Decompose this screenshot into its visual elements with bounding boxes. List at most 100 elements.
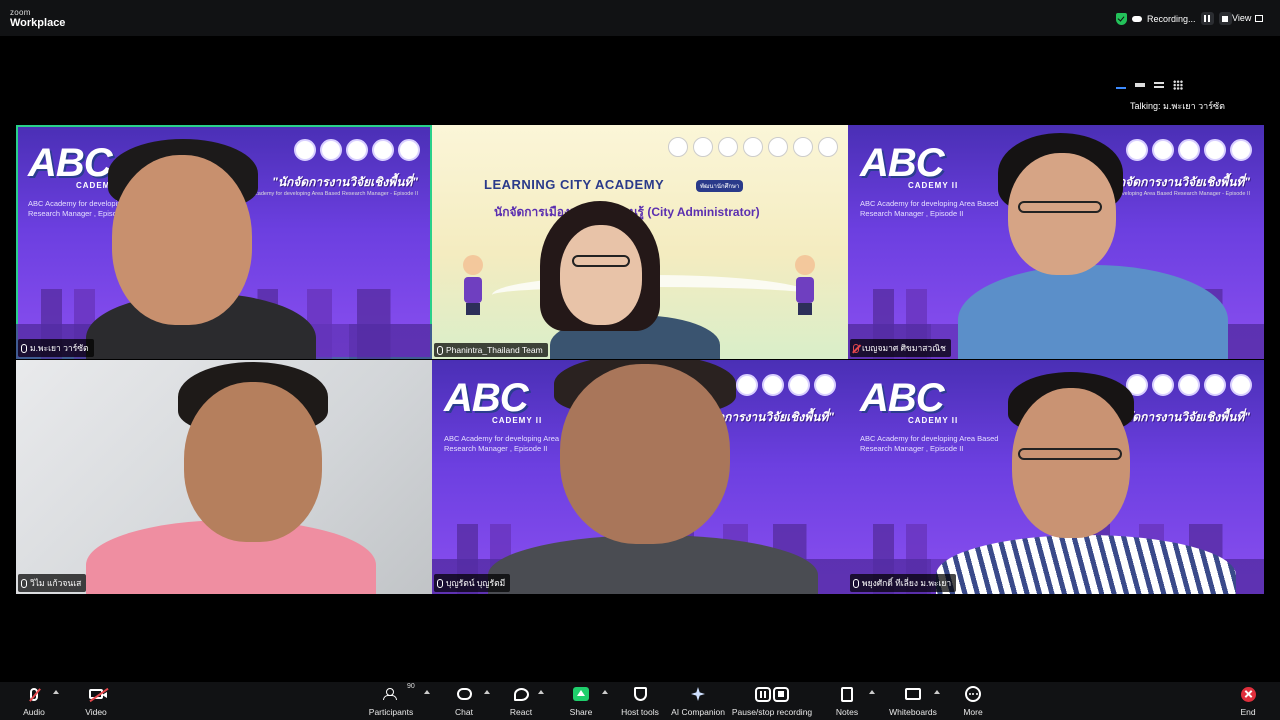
participant-name: เบญจมาศ ศิขมาสวณิช (862, 343, 946, 353)
partner-logo-icon (1178, 374, 1200, 396)
learning-city-tag: พัฒนานักศึกษา (696, 180, 744, 192)
mic-muted-icon (853, 343, 859, 353)
whiteboard-icon (905, 688, 921, 700)
abc-academy-subtitle: CADEMY II (908, 416, 959, 425)
participant-name-tag: บุญรัตน์ บุญรัตมี (434, 574, 511, 592)
partner-logo-icon (1152, 139, 1174, 161)
video-tile-3[interactable]: ABC CADEMY II ABC Academy for developing… (848, 125, 1264, 359)
mic-icon (437, 578, 443, 588)
notes-icon (841, 686, 853, 702)
mascot-right (794, 255, 816, 315)
partner-logo-icon (372, 139, 394, 161)
whiteboards-label: Whiteboards (889, 707, 937, 717)
list-layout-icon[interactable] (1154, 82, 1164, 88)
pause-stop-recording-button[interactable]: Pause/stop recording (727, 685, 817, 717)
notes-label: Notes (835, 707, 859, 717)
partner-logos (736, 374, 836, 396)
participant-name-tag: Phanintra_Thailand Team (434, 343, 548, 357)
participant-name: บุญรัตน์ บุญรัตมี (446, 578, 506, 588)
brand-top: zoom (10, 8, 31, 17)
partner-logo-icon (1126, 139, 1148, 161)
share-arrow-icon (573, 687, 589, 701)
stop-recording-button[interactable] (1218, 12, 1232, 25)
react-label: React (509, 707, 533, 717)
partner-logo-icon (320, 139, 342, 161)
video-label: Video (85, 707, 107, 717)
video-tile-2[interactable]: LEARNING CITY ACADEMY พัฒนานักศึกษา นักจ… (432, 125, 848, 359)
participants-count: 90 (407, 683, 415, 690)
video-button[interactable]: Video (56, 685, 136, 717)
abc-academy-logo: ABC (860, 141, 945, 185)
partner-logo-icon (793, 137, 813, 157)
shield-icon (633, 687, 647, 701)
gallery-layout-switcher (1116, 80, 1183, 90)
participant-name-tag: พยุงศักดิ์ ทีเลี่ยง ม.พะเยา (850, 574, 957, 592)
participant-name-tag: ม.พะเยา วาร์ซัต (18, 339, 94, 357)
program-headline-small: ABC Academy for developing Area Based Re… (238, 191, 418, 197)
speaker-layout-icon[interactable] (1116, 83, 1126, 89)
view-button[interactable]: View (1232, 13, 1264, 23)
encryption-shield-icon[interactable] (1116, 12, 1127, 25)
participant-name: พยุงศักดิ์ ทีเลี่ยง ม.พะเยา (862, 578, 952, 588)
partner-logo-icon (668, 137, 688, 157)
partner-logo-icon (693, 137, 713, 157)
more-button[interactable]: More (933, 685, 1013, 717)
view-label: View (1232, 13, 1252, 23)
zoom-workplace-logo: zoom Workplace (10, 9, 65, 29)
brand-bottom: Workplace (10, 17, 66, 29)
partner-logos (294, 139, 420, 161)
participants-label: Participants (368, 707, 414, 717)
pause-stop-recording-icon (755, 686, 789, 702)
partner-logos (1126, 139, 1252, 161)
meeting-toolbar: Audio Video 90 Participants Chat React S… (0, 682, 1280, 720)
abc-description: ABC Academy for developing Area Based Re… (860, 199, 999, 218)
participant-name: วิไม แก้วจนเส (30, 578, 82, 588)
partner-logo-icon (1204, 374, 1226, 396)
partner-logo-icon (346, 139, 368, 161)
top-bar: zoom Workplace Recording... View (0, 0, 1280, 36)
pause-recording-button[interactable] (1200, 12, 1214, 25)
mic-icon (21, 578, 27, 588)
ai-companion-button[interactable]: AI Companion (658, 685, 738, 717)
partner-logo-icon (736, 374, 758, 396)
participants-icon (383, 688, 399, 700)
heart-icon (513, 687, 529, 701)
mic-icon (853, 578, 859, 588)
video-tile-1[interactable]: ABC CADEMY II ABC Academy for developing… (16, 125, 432, 359)
mic-muted-icon (30, 687, 38, 701)
partner-logo-icon (1230, 139, 1252, 161)
partner-logo-icon (1152, 374, 1174, 396)
program-headline: "นักจัดการงานวิจัยเชิงพื้นที่" (272, 175, 418, 189)
abc-academy-subtitle: CADEMY II (492, 416, 543, 425)
abc-academy-logo: ABC (444, 376, 529, 420)
partner-logo-icon (1178, 139, 1200, 161)
share-label: Share (569, 707, 593, 717)
partner-logo-icon (818, 137, 838, 157)
stop-icon (1222, 15, 1229, 22)
partner-logo-icon (398, 139, 420, 161)
strip-layout-icon[interactable] (1135, 83, 1145, 87)
close-icon (1240, 686, 1256, 702)
partner-logos (1126, 374, 1252, 396)
partner-logo-icon (1204, 139, 1226, 161)
abc-academy-logo: ABC (28, 141, 113, 185)
pause-stop-label: Pause/stop recording (731, 707, 813, 717)
program-headline: "นักจัดการงานวิจัยเชิงพื้นที่" (1104, 175, 1250, 189)
video-tile-5[interactable]: ABC CADEMY II ABC Academy for developing… (432, 360, 848, 594)
video-tile-6[interactable]: ABC CADEMY II ABC Academy for developing… (848, 360, 1264, 594)
end-label: End (1240, 707, 1256, 717)
pause-icon (1204, 15, 1211, 22)
learning-city-title: LEARNING CITY ACADEMY (484, 177, 665, 192)
partner-logo-icon (768, 137, 788, 157)
host-tools-label: Host tools (621, 707, 659, 717)
end-meeting-button[interactable]: End (1208, 685, 1280, 717)
partner-logo-icon (294, 139, 316, 161)
grid-layout-icon[interactable] (1173, 80, 1183, 90)
recording-indicator: Recording... (1116, 11, 1232, 26)
audio-label: Audio (23, 707, 45, 717)
view-grid-icon (1255, 14, 1264, 22)
participants-button[interactable]: 90 Participants (351, 683, 431, 717)
partner-logo-icon (718, 137, 738, 157)
video-tile-4[interactable]: วิไม แก้วจนเส (16, 360, 432, 594)
recording-label: Recording... (1147, 13, 1196, 24)
